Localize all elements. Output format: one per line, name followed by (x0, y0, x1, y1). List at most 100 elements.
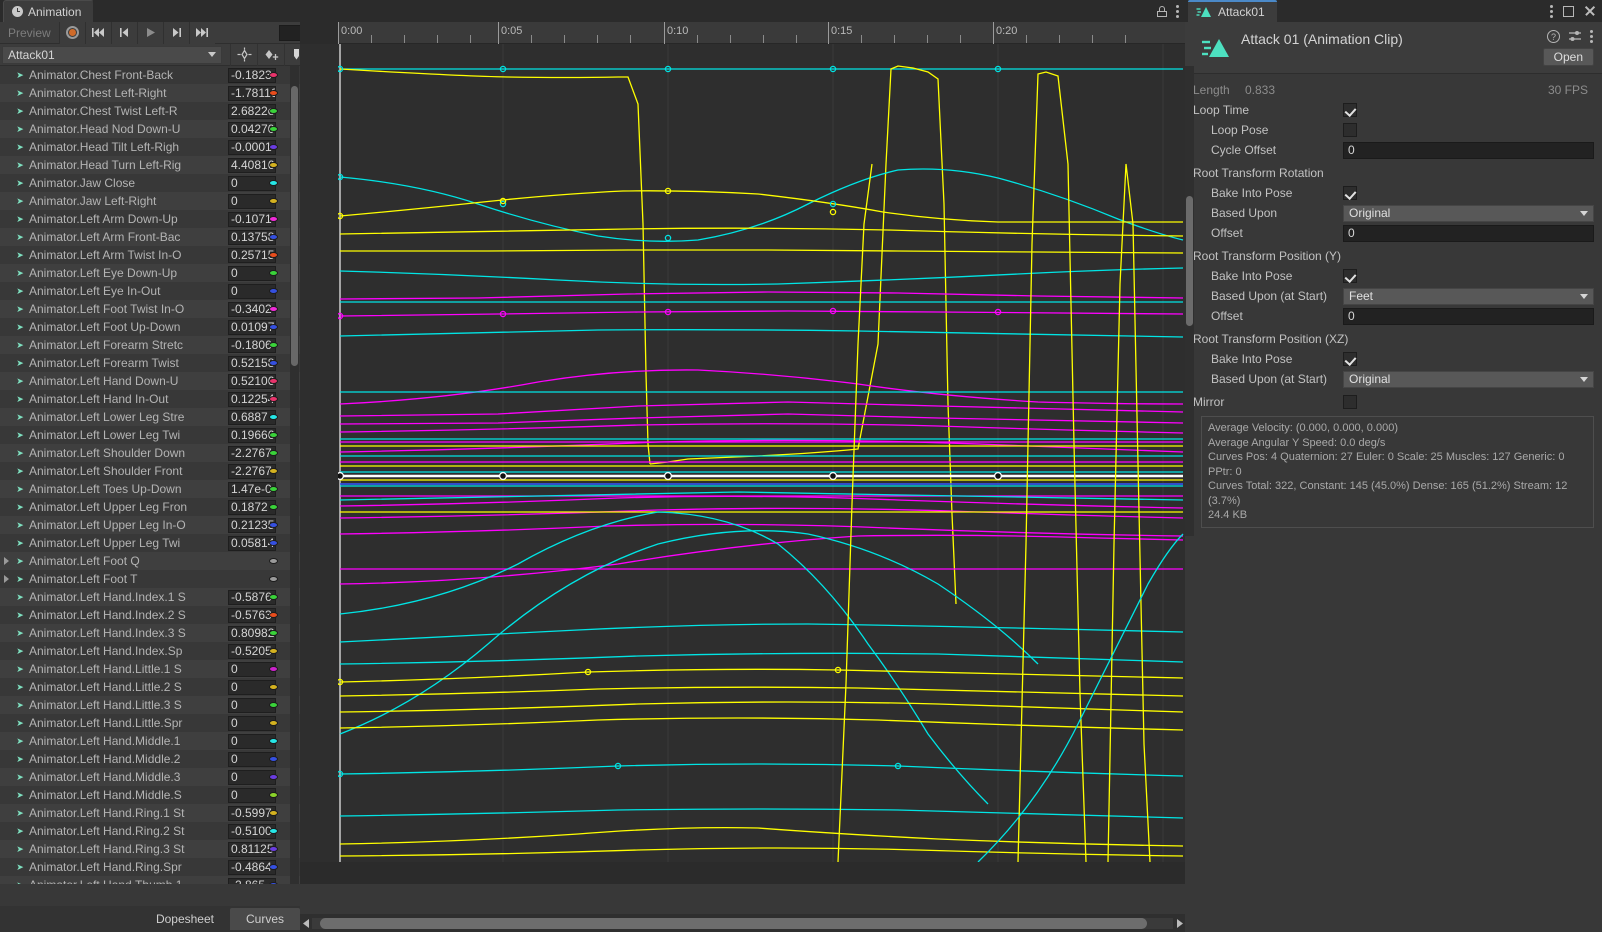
skip-to-end-button[interactable] (189, 22, 215, 44)
play-button[interactable] (137, 22, 163, 44)
property-row[interactable]: ➤Animator.Left Hand.Index.Sp-0.5205 (0, 642, 300, 660)
scroll-left-arrow[interactable] (300, 914, 312, 932)
root-posy-offset-input[interactable]: 0 (1343, 308, 1594, 325)
property-row[interactable]: ➤Animator.Left Shoulder Front-2.2767 (0, 462, 300, 480)
property-row[interactable]: ➤Animator.Left Foot Twist In-O-0.3402 (0, 300, 300, 318)
root-posxz-bake-checkbox[interactable] (1343, 352, 1357, 366)
property-row[interactable]: ➤Animator.Left Toes Up-Down1.47e-0 (0, 480, 300, 498)
curve-canvas[interactable] (300, 44, 1185, 862)
property-row[interactable]: ➤Animator.Left Lower Leg Stre0.6887 (0, 408, 300, 426)
curve-property-icon: ➤ (12, 808, 28, 819)
property-row[interactable]: ➤Animator.Left Hand.Thumb.1-2.865 (0, 876, 300, 884)
property-row[interactable]: ➤Animator.Chest Twist Left-R2.6822e (0, 102, 300, 120)
property-row[interactable]: ➤Animator.Left Hand Down-U0.521066 (0, 372, 300, 390)
hscroll-thumb[interactable] (320, 918, 1147, 929)
step-back-button[interactable] (111, 22, 137, 44)
preset-icon[interactable] (1568, 30, 1582, 43)
kebab-menu-icon[interactable] (1176, 5, 1179, 18)
timeline-ruler[interactable]: 0:000:050:100:150:20 (338, 22, 1185, 44)
property-row[interactable]: ➤Animator.Jaw Left-Right0 (0, 192, 300, 210)
property-row[interactable]: ➤Animator.Left Hand In-Out0.12254 (0, 390, 300, 408)
root-rotation-bake-checkbox[interactable] (1343, 186, 1357, 200)
expand-arrow-icon[interactable] (0, 557, 12, 565)
tab-attack01[interactable]: Attack01 (1188, 0, 1277, 22)
tab-dopesheet[interactable]: Dopesheet (140, 908, 230, 930)
root-rotation-offset-input[interactable]: 0 (1343, 225, 1594, 242)
property-row[interactable]: ➤Animator.Chest Front-Back-0.1823 (0, 66, 300, 84)
lock-icon[interactable] (1157, 6, 1167, 17)
property-row[interactable]: ➤Animator.Left Eye Down-Up0 (0, 264, 300, 282)
property-row[interactable]: ➤Animator.Left Hand.Index.3 S0.80982 (0, 624, 300, 642)
close-icon[interactable] (1584, 5, 1596, 17)
property-row[interactable]: ➤Animator.Left Hand.Ring.Spr-0.4864 (0, 858, 300, 876)
tab-curves[interactable]: Curves (230, 908, 300, 930)
property-row[interactable]: ➤Animator.Left Upper Leg Twi0.05814 (0, 534, 300, 552)
property-row[interactable]: ➤Animator.Left Hand.Middle.S0 (0, 786, 300, 804)
curve-property-icon: ➤ (12, 358, 28, 369)
property-row[interactable]: ➤Animator.Left Arm Front-Bac0.137588 (0, 228, 300, 246)
clip-dropdown[interactable]: Attack01 (2, 46, 222, 64)
record-button[interactable] (59, 22, 85, 44)
cycle-offset-input[interactable]: 0 (1343, 142, 1594, 159)
expand-arrow-icon[interactable] (0, 575, 12, 583)
property-row[interactable]: ➤Animator.Head Tilt Left-Righ-0.0001 (0, 138, 300, 156)
property-row[interactable]: ➤Animator.Left Hand.Ring.2 St-0.5100 (0, 822, 300, 840)
property-row[interactable]: ➤Animator.Left Lower Leg Twi0.19666 (0, 426, 300, 444)
ruler-tick-label: 0:15 (828, 25, 852, 37)
property-row[interactable]: ➤Animator.Left Hand.Little.2 S0 (0, 678, 300, 696)
property-row[interactable]: ➤Animator.Chest Left-Right-1.78116 (0, 84, 300, 102)
inspector-scroll-thumb[interactable] (1186, 196, 1193, 326)
curve-editor[interactable]: 0:000:050:100:150:20 150100500-50-100-15… (300, 22, 1185, 884)
property-row[interactable]: ➤Animator.Left Hand.Ring.1 St-0.5997 (0, 804, 300, 822)
property-row[interactable]: ➤Animator.Left Foot Q (0, 552, 300, 570)
property-row[interactable]: ➤Animator.Left Foot T (0, 570, 300, 588)
kebab-menu-icon[interactable] (1590, 30, 1593, 43)
property-row[interactable]: ➤Animator.Left Arm Twist In-O0.25715 (0, 246, 300, 264)
kebab-menu-icon[interactable] (1550, 5, 1553, 18)
step-forward-button[interactable] (163, 22, 189, 44)
property-row[interactable]: ➤Animator.Left Hand.Little.3 S0 (0, 696, 300, 714)
property-row[interactable]: ➤Animator.Left Hand.Little.1 S0 (0, 660, 300, 678)
loop-pose-checkbox[interactable] (1343, 123, 1357, 137)
mirror-checkbox[interactable] (1343, 395, 1357, 409)
property-row[interactable]: ➤Animator.Left Hand.Little.Spr0 (0, 714, 300, 732)
property-row[interactable]: ➤Animator.Jaw Close0 (0, 174, 300, 192)
root-rotation-based-dropdown[interactable]: Original (1343, 205, 1594, 222)
add-keyframe-button[interactable] (230, 44, 257, 66)
property-row[interactable]: ➤Animator.Left Hand.Middle.10 (0, 732, 300, 750)
help-icon[interactable]: ? (1547, 30, 1560, 43)
preview-label[interactable]: Preview (0, 26, 59, 40)
property-row[interactable]: ➤Animator.Left Eye In-Out0 (0, 282, 300, 300)
property-row[interactable]: ➤Animator.Left Hand.Middle.30 (0, 768, 300, 786)
root-posxz-based-dropdown[interactable]: Original (1343, 371, 1594, 388)
property-list[interactable]: ➤Animator.Chest Front-Back-0.1823➤Animat… (0, 66, 300, 884)
curve-color-swatch (269, 558, 278, 564)
curve-horizontal-scrollbar[interactable] (300, 914, 1185, 932)
property-row[interactable]: ➤Animator.Left Shoulder Down-2.2767 (0, 444, 300, 462)
property-row[interactable]: ➤Animator.Left Hand.Middle.20 (0, 750, 300, 768)
property-list-scroll-thumb[interactable] (291, 86, 298, 366)
loop-time-checkbox[interactable] (1343, 103, 1357, 117)
property-row[interactable]: ➤Animator.Left Upper Leg In-O0.21235 (0, 516, 300, 534)
skip-to-start-button[interactable] (85, 22, 111, 44)
property-row[interactable]: ➤Animator.Head Turn Left-Rig4.40816 (0, 156, 300, 174)
add-event-button[interactable] (257, 44, 284, 66)
tab-animation[interactable]: Animation (3, 0, 94, 22)
property-row[interactable]: ➤Animator.Left Hand.Ring.3 St0.81125 (0, 840, 300, 858)
property-row[interactable]: ➤Animator.Left Hand.Index.2 S-0.5763 (0, 606, 300, 624)
scroll-right-arrow[interactable] (1173, 914, 1185, 932)
root-posy-bake-checkbox[interactable] (1343, 269, 1357, 283)
property-row[interactable]: ➤Animator.Head Nod Down-U0.04270 (0, 120, 300, 138)
property-row[interactable]: ➤Animator.Left Foot Up-Down0.010977 (0, 318, 300, 336)
property-list-scrollbar[interactable] (290, 66, 299, 884)
property-row[interactable]: ➤Animator.Left Arm Down-Up-0.1071 (0, 210, 300, 228)
hscroll-track[interactable] (312, 918, 1173, 929)
maximize-icon[interactable] (1563, 6, 1574, 17)
inspector-scrollbar[interactable] (1185, 66, 1194, 536)
property-row[interactable]: ➤Animator.Left Forearm Twist0.52158 (0, 354, 300, 372)
root-posy-based-dropdown[interactable]: Feet (1343, 288, 1594, 305)
property-row[interactable]: ➤Animator.Left Upper Leg Fron0.1872 (0, 498, 300, 516)
open-button[interactable]: Open (1543, 48, 1594, 66)
property-row[interactable]: ➤Animator.Left Hand.Index.1 S-0.5876 (0, 588, 300, 606)
property-row[interactable]: ➤Animator.Left Forearm Stretc-0.1806 (0, 336, 300, 354)
